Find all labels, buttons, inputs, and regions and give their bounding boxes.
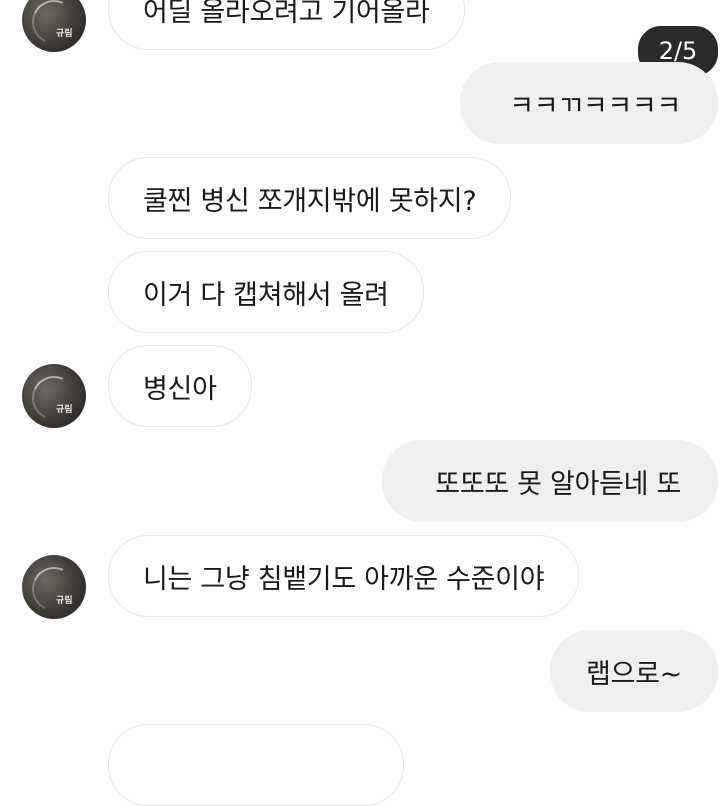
incoming-message-bubble[interactable]: 병신아 [108,345,252,427]
outgoing-message-bubble[interactable]: ㅋㅋㄲㅋㅋㅋㅋ [460,62,718,144]
avatar-tag: 규림 [56,405,73,415]
chat-thread: 규림 어딜 올라오려고 기어올라 2/5 ㅋㅋㄲㅋㅋㅋㅋ 쿨찐 병신 쪼개지밖에… [0,0,720,806]
avatar-tag: 규림 [56,596,73,606]
incoming-message-bubble[interactable] [108,724,404,806]
sender-avatar[interactable]: 규림 [22,555,86,619]
incoming-message-bubble[interactable]: 니는 그냥 침뱉기도 아까운 수준이야 [108,535,580,617]
avatar-tag: 규림 [56,29,73,39]
incoming-message-bubble[interactable]: 쿨찐 병신 쪼개지밖에 못하지? [108,157,512,239]
sender-avatar[interactable]: 규림 [22,364,86,428]
outgoing-message-bubble[interactable]: 랩으로~ [550,630,718,712]
avatar-photo [25,369,83,427]
incoming-message-bubble[interactable]: 어딜 올라오려고 기어올라 [108,0,465,50]
sender-avatar[interactable]: 규림 [22,0,86,52]
avatar-photo [25,560,83,618]
avatar-photo [25,0,83,51]
outgoing-message-bubble[interactable]: 또또또 못 알아듣네 또 [382,440,718,522]
incoming-message-bubble[interactable]: 이거 다 캡쳐해서 올려 [108,251,424,333]
